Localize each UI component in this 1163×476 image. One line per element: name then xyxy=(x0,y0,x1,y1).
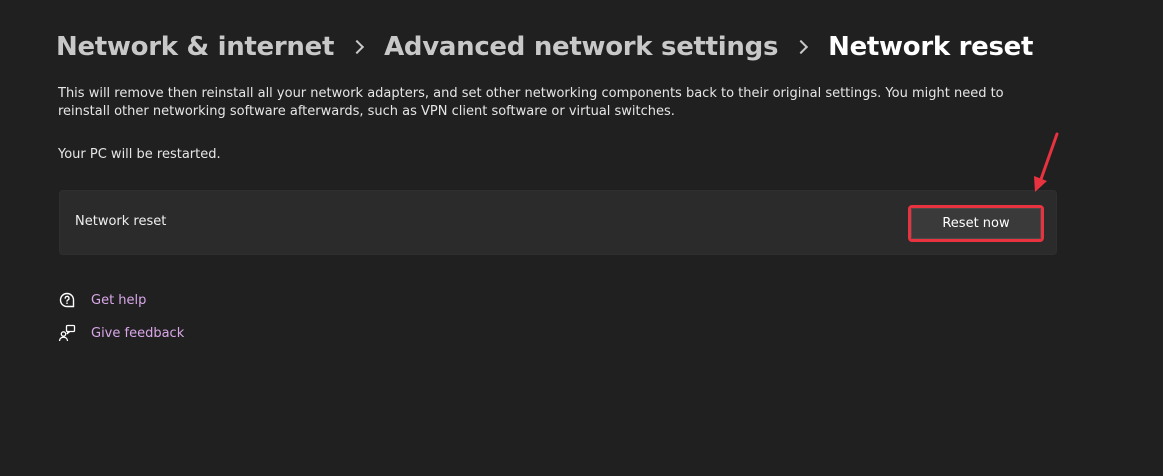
reset-now-button[interactable]: Reset now xyxy=(908,205,1044,242)
breadcrumb: Network & internet Advanced network sett… xyxy=(56,28,1033,66)
get-help-link[interactable]: Get help xyxy=(58,290,146,310)
network-reset-card: Network reset Reset now xyxy=(59,190,1057,255)
give-feedback-label[interactable]: Give feedback xyxy=(91,326,184,341)
feedback-icon xyxy=(58,324,76,342)
breadcrumb-advanced-network-settings[interactable]: Advanced network settings xyxy=(384,32,778,62)
restart-note: Your PC will be restarted. xyxy=(58,147,221,162)
network-reset-label: Network reset xyxy=(75,214,167,229)
description-text: This will remove then reinstall all your… xyxy=(58,86,1004,119)
chevron-right-icon xyxy=(794,39,809,55)
help-icon xyxy=(58,291,76,309)
chevron-right-icon xyxy=(350,39,365,55)
breadcrumb-network-internet[interactable]: Network & internet xyxy=(56,32,334,62)
red-arrow-icon xyxy=(1034,132,1059,192)
page-title: Network reset xyxy=(828,32,1034,62)
get-help-label[interactable]: Get help xyxy=(91,293,146,308)
give-feedback-link[interactable]: Give feedback xyxy=(58,323,184,343)
